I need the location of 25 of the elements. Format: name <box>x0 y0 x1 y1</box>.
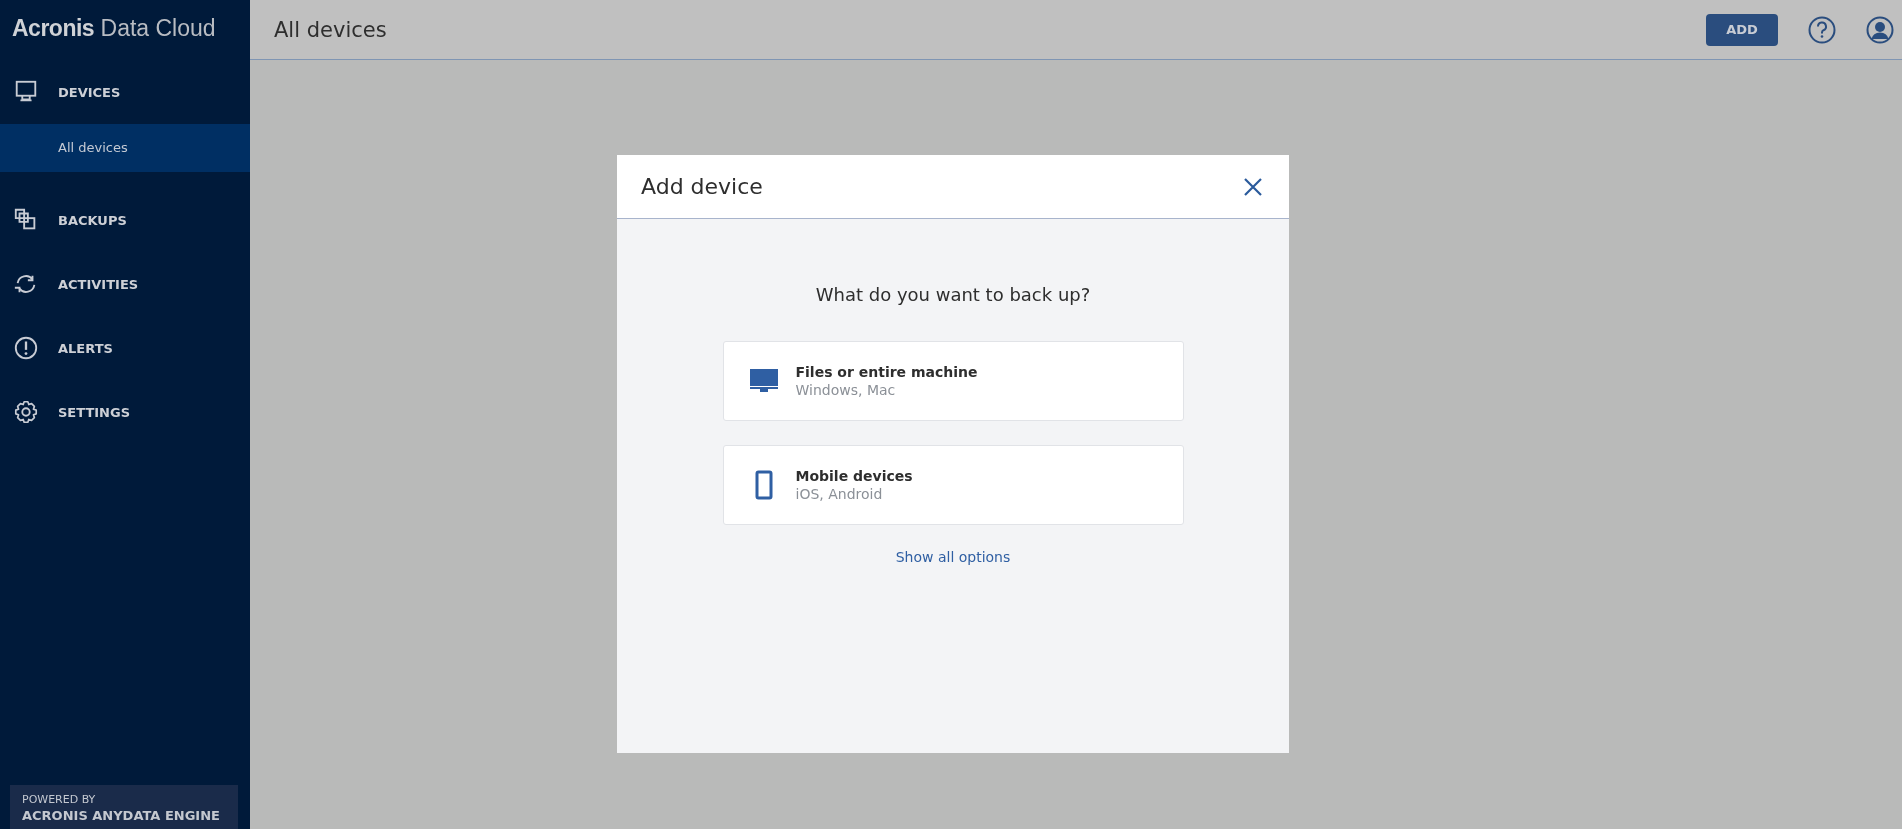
settings-icon <box>13 399 39 425</box>
nav-item[interactable]: BACKUPS <box>0 188 250 252</box>
page-title: All devices <box>274 17 388 42</box>
powered-by-caption: POWERED BY <box>22 793 97 807</box>
dialog-question: What do you want to back up? <box>815 284 1091 305</box>
nav-item[interactable]: SETTINGS <box>0 380 250 444</box>
dialog-title: Add device <box>641 174 764 199</box>
option-title: Mobile devices <box>795 468 913 484</box>
option-subtitle: iOS, Android <box>795 486 884 502</box>
show-all-options-link[interactable]: Show all options <box>895 549 1011 565</box>
help-icon[interactable] <box>1808 15 1836 44</box>
option-card[interactable]: Files or entire machine Windows, Mac <box>722 341 1184 421</box>
add-button[interactable]: ADD <box>1706 13 1778 46</box>
option-title: Files or entire machine <box>795 364 978 380</box>
engine-name: ACRONIS ANYDATA ENGINE <box>22 807 220 825</box>
exclamation-icon <box>13 335 39 361</box>
close-icon[interactable] <box>1243 176 1263 197</box>
nav-subitem[interactable]: All devices <box>0 124 250 172</box>
logo: Acronis Data Cloud <box>11 14 217 43</box>
option-card[interactable]: Mobile devices iOS, Android <box>722 445 1184 525</box>
nav-item[interactable]: ACTIVITIES <box>0 252 250 316</box>
option-subtitle: Windows, Mac <box>795 382 897 398</box>
nav-item[interactable]: DEVICES <box>0 60 250 124</box>
nav-item[interactable]: ALERTS <box>0 316 250 380</box>
user-avatar-icon[interactable] <box>1866 15 1894 44</box>
